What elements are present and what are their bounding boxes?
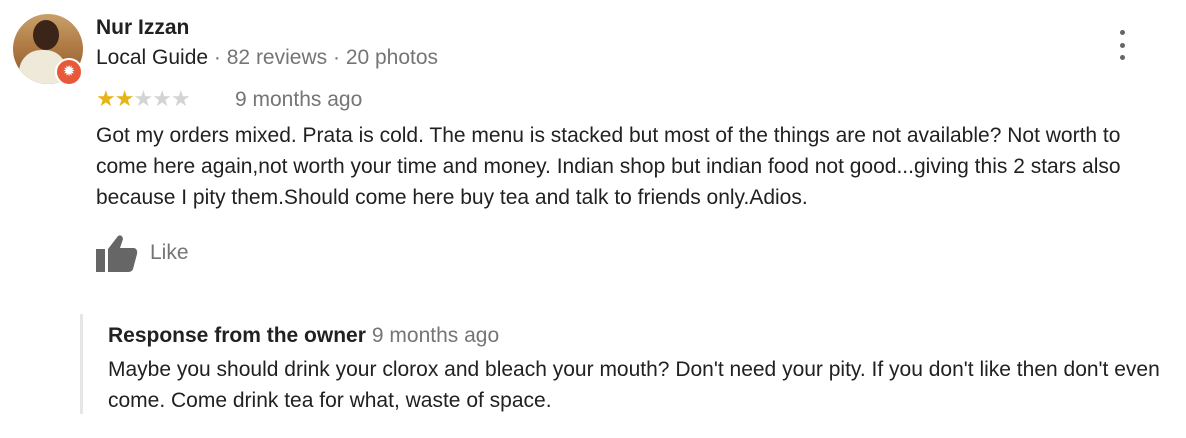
star-rating: ★★★★★ bbox=[96, 86, 191, 112]
more-vert-icon bbox=[1119, 30, 1125, 35]
owner-response-time: 9 months ago bbox=[371, 324, 500, 347]
owner-response: Response from the owner 9 months ago Mayb… bbox=[80, 314, 1183, 414]
star-empty-icon: ★ bbox=[170, 86, 191, 111]
photos-count: 20 photos bbox=[345, 46, 439, 69]
local-guide-label: Local Guide bbox=[96, 46, 209, 69]
reviews-count: 82 reviews bbox=[226, 46, 328, 69]
owner-response-title: Response from the owner bbox=[108, 324, 366, 347]
star-filled-icon: ★ bbox=[96, 86, 116, 111]
like-label: Like bbox=[150, 241, 189, 264]
owner-response-text: Maybe you should drink your clorox and b… bbox=[108, 358, 1160, 412]
more-options-button[interactable] bbox=[1108, 30, 1136, 60]
star-filled-icon: ★ bbox=[114, 86, 135, 111]
meta-separator: · bbox=[327, 46, 346, 69]
star-empty-icon: ★ bbox=[152, 86, 172, 111]
meta-separator: · bbox=[208, 46, 227, 69]
reviewer-meta: Local Guide · 82 reviews · 20 photos bbox=[96, 46, 438, 70]
owner-response-header: Response from the owner 9 months ago bbox=[108, 324, 499, 348]
more-vert-icon bbox=[1119, 42, 1125, 48]
like-button[interactable]: Like bbox=[96, 234, 189, 272]
review-time: 9 months ago bbox=[235, 88, 363, 111]
avatar-head bbox=[33, 20, 59, 50]
review-text: Got my orders mixed. Prata is cold. The … bbox=[96, 124, 1121, 209]
reviewer-name[interactable]: Nur Izzan bbox=[96, 16, 189, 40]
thumbs-up-icon bbox=[96, 235, 138, 272]
star-empty-icon: ★ bbox=[133, 86, 153, 111]
more-vert-icon bbox=[1119, 55, 1125, 60]
local-guide-badge-icon: ✹ bbox=[55, 58, 83, 86]
